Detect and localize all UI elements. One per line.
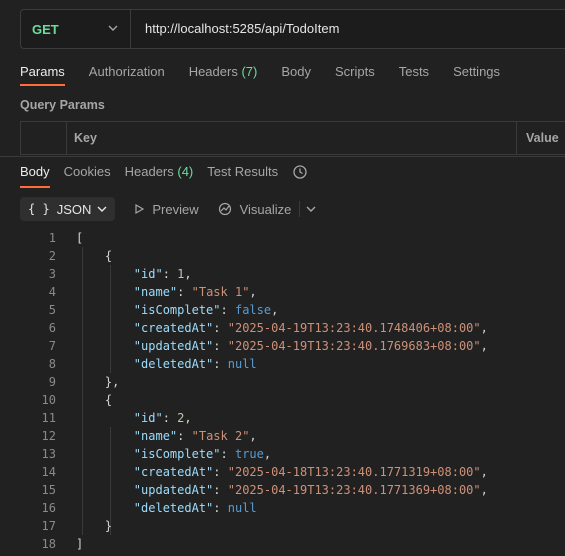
response-headers-count: (4) <box>177 164 194 179</box>
code-text: "createdAt": "2025-04-18T13:23:40.177131… <box>133 465 488 479</box>
visualize-button[interactable]: Visualize <box>217 201 292 217</box>
tab-settings[interactable]: Settings <box>453 64 500 86</box>
request-tabs: Params Authorization Headers (7) Body Sc… <box>20 64 524 86</box>
format-select[interactable]: { } JSON <box>20 197 116 221</box>
line-number: 1 <box>48 231 56 245</box>
code-text: [ <box>76 231 84 245</box>
code-text: { <box>76 249 113 263</box>
line-number: 13 <box>41 447 56 461</box>
response-tabs: Body Cookies Headers (4) Test Results <box>20 164 308 188</box>
code-line: 10 { <box>0 391 565 409</box>
line-number: 15 <box>41 483 56 497</box>
tab-authorization[interactable]: Authorization <box>89 64 165 86</box>
response-toolbar: { } JSON Preview Visualize <box>20 197 316 221</box>
method-select[interactable]: GET <box>21 10 131 48</box>
code-line: 16 "deletedAt": null <box>0 499 565 517</box>
code-line: 9 }, <box>0 373 565 391</box>
request-bar: GET http://localhost:5285/api/TodoItem <box>20 9 565 49</box>
code-line: 4 "name": "Task 1", <box>0 283 565 301</box>
code-text: "updatedAt": "2025-04-19T13:23:40.177136… <box>133 483 488 497</box>
code-line: 11 "id": 2, <box>0 409 565 427</box>
visualize-label: Visualize <box>239 201 292 217</box>
code-line: 2 { <box>0 247 565 265</box>
visualize-icon <box>218 202 231 216</box>
code-text: "isComplete": false, <box>133 303 279 317</box>
play-icon <box>135 203 145 215</box>
code-text: "deletedAt": null <box>133 357 257 371</box>
line-number: 14 <box>41 465 56 479</box>
code-text: "id": 1, <box>133 267 192 281</box>
chevron-down-icon <box>97 206 107 212</box>
tab-test-results[interactable]: Test Results <box>207 164 278 188</box>
chevron-down-icon[interactable] <box>306 204 316 214</box>
code-line: 8 "deletedAt": null <box>0 355 565 373</box>
code-line: 15 "updatedAt": "2025-04-19T13:23:40.177… <box>0 481 565 499</box>
code-line: 6 "createdAt": "2025-04-19T13:23:40.1748… <box>0 319 565 337</box>
code-text: "id": 2, <box>133 411 192 425</box>
line-number: 3 <box>48 267 56 281</box>
line-number: 4 <box>48 285 56 299</box>
code-line: 14 "createdAt": "2025-04-18T13:23:40.177… <box>0 463 565 481</box>
code-line: 5 "isComplete": false, <box>0 301 565 319</box>
braces-icon: { } <box>28 202 50 216</box>
line-number: 8 <box>48 357 56 371</box>
method-label: GET <box>32 21 59 37</box>
code-line: 3 "id": 1, <box>0 265 565 283</box>
tab-body[interactable]: Body <box>281 64 311 86</box>
code-text: "deletedAt": null <box>133 501 257 515</box>
line-number: 12 <box>41 429 56 443</box>
line-number: 18 <box>41 537 56 551</box>
url-input[interactable]: http://localhost:5285/api/TodoItem <box>145 10 339 48</box>
tab-cookies[interactable]: Cookies <box>64 164 111 188</box>
pane-divider[interactable] <box>0 156 565 157</box>
code-text: }, <box>76 375 120 389</box>
line-number: 7 <box>48 339 56 353</box>
tab-scripts[interactable]: Scripts <box>335 64 375 86</box>
line-number: 9 <box>48 375 56 389</box>
code-line: 12 "name": "Task 2", <box>0 427 565 445</box>
line-number: 11 <box>41 411 56 425</box>
query-params-title: Query Params <box>20 98 105 112</box>
code-line: 7 "updatedAt": "2025-04-19T13:23:40.1769… <box>0 337 565 355</box>
line-number: 2 <box>48 249 56 263</box>
headers-count: (7) <box>241 64 258 79</box>
chevron-down-icon <box>108 25 118 31</box>
code-text: "updatedAt": "2025-04-19T13:23:40.176968… <box>133 339 488 353</box>
code-line: 1[ <box>0 229 565 247</box>
code-text: "isComplete": true, <box>133 447 272 461</box>
code-text: ] <box>76 537 84 551</box>
format-label: JSON <box>56 201 92 217</box>
line-number: 16 <box>41 501 56 515</box>
checkbox-column <box>20 122 67 154</box>
key-header: Key <box>74 131 97 145</box>
tab-tests[interactable]: Tests <box>399 64 429 86</box>
code-line: 17 } <box>0 517 565 535</box>
tab-response-body[interactable]: Body <box>20 164 50 188</box>
line-number: 5 <box>48 303 56 317</box>
preview-label: Preview <box>152 201 199 217</box>
code-text: "createdAt": "2025-04-19T13:23:40.174840… <box>133 321 488 335</box>
tab-params[interactable]: Params <box>20 64 65 86</box>
code-line: 13 "isComplete": true, <box>0 445 565 463</box>
query-params-table: Key Value <box>20 121 565 155</box>
line-number: 6 <box>48 321 56 335</box>
code-text: "name": "Task 2", <box>133 429 257 443</box>
preview-button[interactable]: Preview <box>133 201 199 217</box>
line-number: 10 <box>41 393 56 407</box>
tab-response-headers[interactable]: Headers (4) <box>125 164 194 188</box>
code-text: } <box>76 519 113 533</box>
line-number: 17 <box>41 519 56 533</box>
code-text: "name": "Task 1", <box>133 285 257 299</box>
toolbar-separator <box>299 201 301 217</box>
value-header: Value <box>526 131 559 145</box>
tab-headers[interactable]: Headers (7) <box>189 64 258 86</box>
code-line: 18] <box>0 535 565 553</box>
code-text: { <box>76 393 113 407</box>
history-icon[interactable] <box>292 164 308 180</box>
response-body-editor[interactable]: 1[2 {3 "id": 1, 4 "name": "Task 1", 5 "isC… <box>0 229 565 553</box>
